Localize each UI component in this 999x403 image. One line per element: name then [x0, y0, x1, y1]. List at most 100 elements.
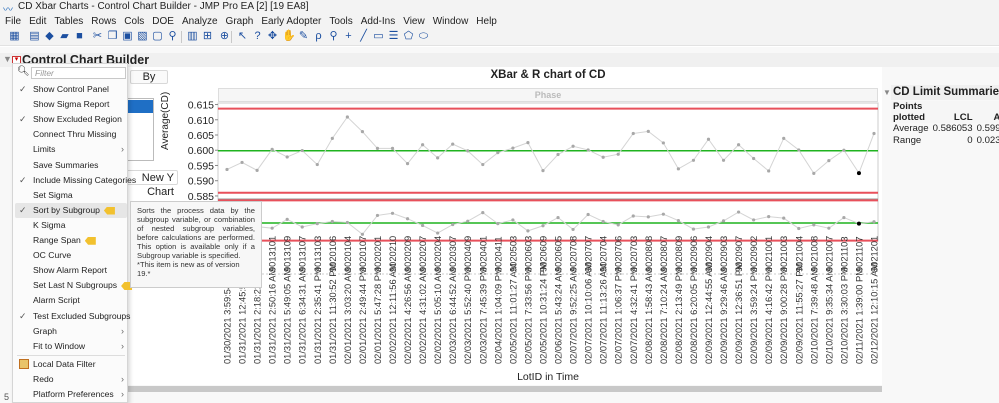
menu-item-redo[interactable]: Redo › — [15, 372, 127, 387]
average-point — [405, 162, 410, 166]
range-point — [691, 227, 696, 231]
range-point — [300, 225, 304, 229]
table-row: Range 00.02392 — [891, 135, 999, 147]
menu-separator — [17, 354, 125, 356]
x-tick-time: 02/09/2021 9:29:46 AM — [719, 268, 729, 364]
x-tick-time: 01/31/2021 6:34:31 AM — [298, 268, 308, 364]
x-tick-time: 02/02/2021 12:11:56 AM — [388, 263, 398, 364]
average-point — [360, 130, 365, 134]
range-point — [390, 211, 395, 215]
x-tick-time: 02/09/2021 12:44:55 AM — [704, 263, 714, 364]
average-point — [345, 115, 349, 119]
summary-disclosure-icon[interactable]: ▼ — [883, 88, 891, 97]
menu-item-label: Save Summaries — [33, 159, 99, 170]
local-data-filter-icon — [19, 358, 29, 369]
horizontal-scrollbar[interactable] — [120, 386, 882, 392]
average-point — [736, 143, 741, 147]
average-point — [255, 168, 259, 172]
x-tick-lot: 9021004 — [794, 236, 804, 272]
submenu-chevron-icon: › — [121, 144, 124, 155]
menu-item-label: Fit to Window — [33, 340, 86, 351]
x-tick-time: 02/04/2021 1:04:09 PM — [493, 267, 503, 364]
menu-item-label: Show Sigma Report — [33, 99, 110, 110]
x-tick-lot: 9020907 — [734, 236, 744, 272]
menu-item-graph[interactable]: Graph › — [15, 324, 127, 339]
menu-item-alarm-script[interactable]: Alarm Script — [15, 293, 127, 308]
table-row: Average0.5860530.59985 — [891, 123, 999, 135]
menu-item-include-missing-categories[interactable]: ✓ Include Missing Categories — [15, 173, 136, 188]
range-point — [631, 214, 635, 218]
menu-item-limits[interactable]: Limits › — [15, 142, 127, 157]
x-tick-time: 02/01/2021 5:47:28 PM — [373, 267, 383, 364]
average-point — [782, 136, 786, 140]
range-point — [496, 222, 500, 226]
range-point — [541, 224, 545, 228]
col-header-points: Points plotted — [891, 101, 931, 123]
menu-item-test-excluded-subgroups[interactable]: ✓ Test Excluded Subgroups — [15, 309, 131, 324]
menu-item-show-alarm-report[interactable]: Show Alarm Report — [15, 263, 127, 278]
y-tick-label: 0.595 — [188, 160, 214, 172]
x-tick-time: 02/09/2021 4:16:42 PM — [764, 267, 774, 364]
menu-item-set-last-n-subgroups[interactable]: Set Last N Subgroups — [15, 278, 133, 293]
submenu-chevron-icon: › — [121, 325, 124, 336]
x-tick-lot: 9020605 — [554, 236, 564, 272]
x-tick-time: 02/12/2021 12:10:15 AM — [870, 263, 880, 364]
checkmark-icon: ✓ — [19, 174, 27, 185]
x-tick-lot: 9020210 — [388, 236, 398, 272]
average-point — [541, 169, 545, 173]
menu-item-label: Connect Thru Missing — [33, 129, 117, 140]
menu-item-sort-by-subgroup[interactable]: ✓ Sort by Subgroup — [15, 202, 127, 218]
menu-item-set-sigma[interactable]: Set Sigma — [15, 188, 127, 203]
submenu-chevron-icon: › — [121, 373, 124, 384]
x-tick-lot: 9021007 — [824, 236, 834, 272]
average-point — [872, 131, 876, 136]
x-tick-lot: 9021001 — [764, 236, 774, 272]
menu-item-local-data-filter[interactable]: Local Data Filter — [15, 357, 127, 372]
range-point — [646, 215, 650, 219]
submenu-chevron-icon: › — [121, 389, 124, 399]
range-point — [782, 216, 786, 220]
menu-filter-input[interactable]: Filter — [31, 67, 126, 79]
checkmark-icon: ✓ — [19, 310, 27, 321]
row-label: Range — [893, 135, 922, 146]
menu-item-fit-to-window[interactable]: Fit to Window › — [15, 339, 127, 354]
average-point — [300, 148, 304, 153]
new-feature-tag-icon — [103, 206, 115, 215]
menu-item-label: Test Excluded Subgroups — [33, 310, 131, 321]
x-tick-time: 02/07/2021 4:32:41 PM — [629, 267, 639, 364]
menu-item-tooltip: Sorts the process data by the subgroup v… — [130, 201, 262, 288]
range-point — [752, 218, 756, 222]
x-tick-lot: 9013107 — [298, 236, 308, 272]
average-point — [556, 152, 560, 157]
menu-item-show-excluded-region[interactable]: ✓ Show Excluded Region — [15, 112, 127, 127]
x-tick-time: 02/08/2021 1:58:43 AM — [644, 268, 654, 364]
range-point — [736, 210, 741, 214]
x-tick-lot: 9020807 — [659, 236, 669, 272]
menu-item-save-summaries[interactable]: Save Summaries — [15, 158, 127, 173]
menu-item-show-sigma-report[interactable]: Show Sigma Report — [15, 97, 127, 112]
menu-item-connect-thru-missing[interactable]: Connect Thru Missing — [15, 127, 127, 142]
x-tick-time: 02/02/2021 4:31:02 AM — [418, 268, 428, 364]
menu-item-platform-preferences[interactable]: Platform Preferences › — [15, 387, 127, 402]
average-point — [827, 159, 831, 163]
x-tick-lot: 9020603 — [523, 236, 533, 272]
x-tick-time: 02/08/2021 2:13:49 PM — [674, 267, 684, 364]
menu-item-oc-curve[interactable]: OC Curve — [15, 248, 127, 263]
range-point — [797, 226, 801, 231]
average-point — [842, 148, 846, 152]
range-point — [586, 212, 590, 217]
average-point — [797, 148, 801, 152]
new-feature-tag-icon — [84, 236, 96, 245]
range-point — [556, 215, 560, 220]
menu-item-label: Alarm Script — [33, 295, 80, 306]
x-tick-lot: 9020903 — [719, 236, 729, 272]
x-tick-lot: 9013109 — [283, 236, 293, 272]
average-point — [390, 146, 395, 151]
menu-item-label: Show Control Panel — [33, 84, 109, 94]
menu-item-show-control-panel[interactable]: ✓ Show Control Panel — [15, 82, 127, 97]
average-point — [466, 149, 470, 153]
menu-item-range-span[interactable]: Range Span — [15, 233, 127, 248]
x-tick-time: 01/31/2021 11:30:52 PM — [328, 263, 338, 364]
average-point — [752, 156, 756, 161]
menu-item-k-sigma[interactable]: K Sigma — [15, 218, 127, 233]
